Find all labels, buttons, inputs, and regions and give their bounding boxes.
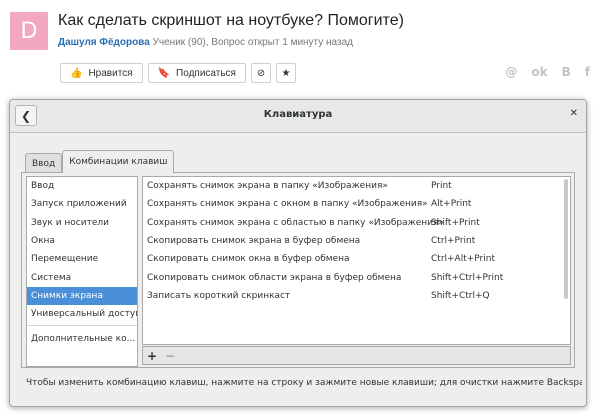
- author-link[interactable]: Дашуля Фёдорова: [58, 37, 150, 48]
- remove-shortcut-button[interactable]: −: [161, 347, 179, 364]
- shortcut-keys: Ctrl+Alt+Print: [431, 254, 495, 265]
- section-list: Ввод Запуск приложений Звук и носители О…: [26, 176, 138, 367]
- star-icon: ★: [281, 67, 291, 79]
- shortcut-list-scrollbar[interactable]: [564, 179, 568, 299]
- tab-input[interactable]: Ввод: [25, 153, 63, 173]
- add-shortcut-button[interactable]: +: [143, 347, 161, 364]
- question-meta-text: Ученик (90), Вопрос открыт 1 минуту наза…: [152, 37, 353, 48]
- section-item[interactable]: Перемещение: [27, 250, 137, 268]
- shortcut-keys: Shift+Ctrl+Q: [431, 290, 490, 301]
- shortcut-row[interactable]: Скопировать снимок экрана в буфер обмена…: [143, 232, 570, 250]
- shortcut-action: Сохранять снимок экрана в папку «Изображ…: [147, 181, 388, 192]
- thumbs-up-icon: 👍: [70, 67, 83, 79]
- avatar[interactable]: D: [10, 12, 48, 50]
- bookmark-icon: 🔖: [157, 67, 171, 79]
- share-links: @ ok B f: [505, 65, 590, 79]
- shortcut-action: Сохранять снимок экрана с областью в пап…: [147, 217, 444, 228]
- section-item[interactable]: Универсальный доступ: [27, 305, 137, 323]
- shortcut-action: Скопировать снимок окна в буфер обмена: [147, 254, 350, 265]
- close-icon: ✕: [569, 108, 578, 119]
- question-meta: Дашуля Фёдорова Ученик (90), Вопрос откр…: [58, 37, 353, 48]
- shortcut-keys: Shift+Print: [431, 217, 480, 228]
- block-icon: ⊘: [256, 67, 266, 79]
- question-actions: 👍 Нравится 🔖 Подписаться ⊘ ★: [60, 63, 296, 83]
- shortcut-action: Сохранять снимок экрана с окном в папку …: [147, 199, 428, 210]
- section-item[interactable]: Звук и носители: [27, 214, 137, 232]
- shortcut-keys: Alt+Print: [431, 199, 472, 210]
- tab-shortcuts[interactable]: Комбинации клавиш: [62, 150, 175, 173]
- shortcut-row[interactable]: Записать короткий скринкаст Shift+Ctrl+Q: [143, 287, 570, 305]
- dialog-title: Клавиатура: [263, 109, 333, 120]
- section-item-selected[interactable]: Снимки экрана: [27, 286, 137, 306]
- shortcut-toolbar: + −: [142, 346, 571, 365]
- shortcut-row[interactable]: Сохранять снимок экрана в папку «Изображ…: [143, 177, 570, 195]
- shortcut-keys: Shift+Ctrl+Print: [431, 272, 504, 283]
- share-mail-icon[interactable]: @: [505, 65, 517, 79]
- subscribe-button[interactable]: 🔖 Подписаться: [147, 63, 246, 83]
- shortcut-row[interactable]: Сохранять снимок экрана с окном в папку …: [143, 195, 570, 213]
- section-item[interactable]: Окна: [27, 232, 137, 250]
- share-facebook-icon[interactable]: f: [585, 65, 590, 79]
- shortcut-row[interactable]: Скопировать снимок окна в буфер обмена C…: [143, 250, 570, 268]
- block-button[interactable]: ⊘: [250, 63, 271, 83]
- shortcut-keys: Print: [431, 181, 452, 192]
- like-button[interactable]: 👍 Нравится: [60, 63, 143, 83]
- shortcut-hint: Чтобы изменить комбинацию клавиш, нажмит…: [26, 378, 582, 388]
- section-item-custom[interactable]: Дополнительные ко...: [27, 329, 137, 347]
- section-item[interactable]: Система: [27, 268, 137, 286]
- shortcut-keys: Ctrl+Print: [431, 236, 476, 247]
- subscribe-label: Подписаться: [176, 67, 236, 79]
- keyboard-dialog: ❮ Клавиатура ✕ Ввод Комбинации клавиш Вв…: [9, 99, 587, 407]
- shortcut-action: Скопировать снимок области экрана в буфе…: [147, 272, 402, 283]
- shortcut-row[interactable]: Скопировать снимок области экрана в буфе…: [143, 268, 570, 286]
- share-vk-icon[interactable]: B: [562, 65, 571, 79]
- section-item[interactable]: Запуск приложений: [27, 195, 137, 213]
- favorite-button[interactable]: ★: [275, 63, 296, 83]
- shortcut-action: Скопировать снимок экрана в буфер обмена: [147, 236, 361, 247]
- shortcuts-pane: Ввод Запуск приложений Звук и носители О…: [21, 172, 575, 368]
- shortcut-action: Записать короткий скринкаст: [147, 290, 291, 301]
- shortcut-row[interactable]: Сохранять снимок экрана с областью в пап…: [143, 214, 570, 232]
- like-label: Нравится: [88, 67, 133, 79]
- shortcut-list: Сохранять снимок экрана в папку «Изображ…: [142, 176, 571, 345]
- close-button[interactable]: ✕: [570, 108, 578, 119]
- question-title: Как сделать скриншот на ноутбуке? Помоги…: [58, 12, 404, 29]
- dialog-header: ❮ Клавиатура ✕: [10, 100, 586, 133]
- section-item[interactable]: Ввод: [27, 177, 137, 195]
- tab-bar: Ввод Комбинации клавиш: [25, 150, 175, 173]
- share-ok-icon[interactable]: ok: [531, 65, 547, 79]
